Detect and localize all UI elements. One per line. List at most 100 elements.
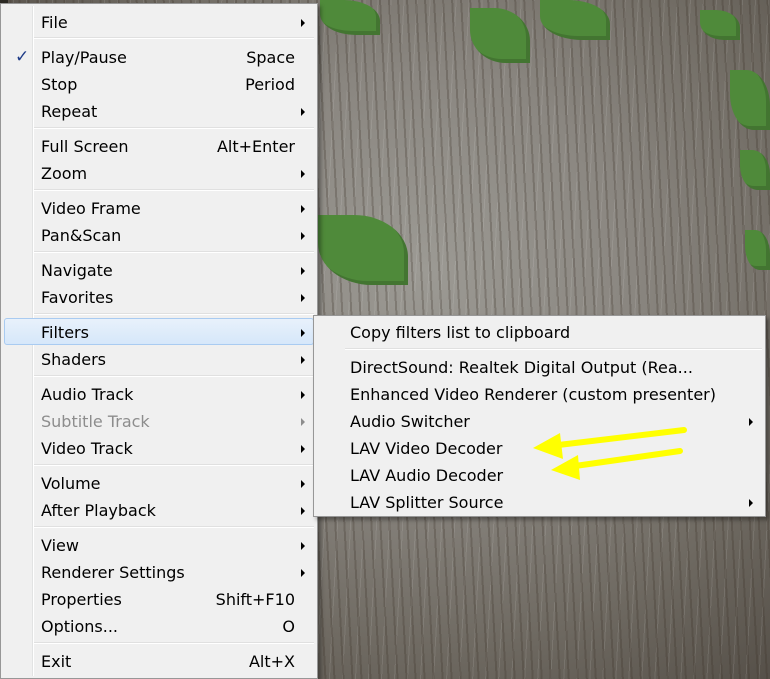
leaf-decoration	[730, 70, 770, 130]
submenu-item-lav-splitter-source[interactable]: LAV Splitter Source	[317, 488, 762, 515]
menu-item-label: Full Screen	[41, 137, 129, 156]
menu-item-stop[interactable]: Stop Period	[4, 70, 314, 97]
submenu-arrow-icon	[301, 294, 305, 302]
menu-item-label: Repeat	[41, 102, 98, 121]
menu-item-shortcut: Space	[246, 48, 295, 67]
submenu-arrow-icon	[301, 356, 305, 364]
menu-item-favorites[interactable]: Favorites	[4, 283, 314, 310]
menu-item-exit[interactable]: Exit Alt+X	[4, 647, 314, 674]
menu-item-filters[interactable]: Filters	[4, 318, 314, 345]
menu-separator	[34, 313, 314, 315]
menu-item-label: Exit	[41, 652, 72, 671]
menu-item-label: Stop	[41, 75, 78, 94]
menu-separator	[34, 526, 314, 528]
submenu-item-evr[interactable]: Enhanced Video Renderer (custom presente…	[317, 380, 762, 407]
menu-item-full-screen[interactable]: Full Screen Alt+Enter	[4, 132, 314, 159]
submenu-arrow-icon	[301, 445, 305, 453]
menu-item-label: Zoom	[41, 164, 88, 183]
menu-item-label: After Playback	[41, 501, 156, 520]
menu-item-label: Video Frame	[41, 199, 141, 218]
submenu-item-audio-switcher[interactable]: Audio Switcher	[317, 407, 762, 434]
menu-item-label: Subtitle Track	[41, 412, 150, 431]
menu-item-label: Video Track	[41, 439, 133, 458]
menu-item-label: Copy filters list to clipboard	[350, 323, 571, 342]
menu-item-zoom[interactable]: Zoom	[4, 159, 314, 186]
menu-item-label: Filters	[41, 323, 89, 342]
submenu-arrow-icon	[301, 19, 305, 27]
menu-item-label: View	[41, 536, 79, 555]
submenu-arrow-icon	[301, 391, 305, 399]
menu-item-navigate[interactable]: Navigate	[4, 256, 314, 283]
submenu-arrow-icon	[301, 542, 305, 550]
menu-item-after-playback[interactable]: After Playback	[4, 496, 314, 523]
menu-item-label: LAV Splitter Source	[350, 493, 504, 512]
menu-separator	[34, 37, 314, 39]
menu-item-file[interactable]: File	[4, 8, 314, 35]
menu-item-label: Audio Switcher	[350, 412, 470, 431]
checkmark-icon: ✓	[15, 47, 30, 67]
menu-separator	[34, 251, 314, 253]
menu-separator	[34, 642, 314, 644]
menu-item-label: LAV Audio Decoder	[350, 466, 504, 485]
menu-item-shortcut: Period	[245, 75, 295, 94]
context-menu: File ✓ Play/Pause Space Stop Period Repe…	[0, 3, 318, 679]
menu-item-label: Shaders	[41, 350, 107, 369]
submenu-item-lav-audio-decoder[interactable]: LAV Audio Decoder	[317, 461, 762, 488]
menu-item-label: LAV Video Decoder	[350, 439, 503, 458]
submenu-arrow-icon	[301, 108, 305, 116]
menu-item-label: Play/Pause	[41, 48, 127, 67]
filters-submenu: Copy filters list to clipboard DirectSou…	[313, 315, 766, 517]
menu-separator	[345, 348, 762, 350]
submenu-arrow-icon	[301, 569, 305, 577]
submenu-item-copy-filters[interactable]: Copy filters list to clipboard	[317, 318, 762, 345]
menu-item-view[interactable]: View	[4, 531, 314, 558]
menu-item-shortcut: Shift+F10	[215, 590, 295, 609]
submenu-arrow-icon	[301, 267, 305, 275]
leaf-decoration	[745, 230, 770, 270]
menu-item-label: Favorites	[41, 288, 114, 307]
submenu-arrow-icon	[301, 170, 305, 178]
menu-item-options[interactable]: Options... O	[4, 612, 314, 639]
menu-item-label: Navigate	[41, 261, 113, 280]
submenu-arrow-icon	[301, 418, 305, 426]
submenu-arrow-icon	[301, 329, 305, 337]
menu-item-label: File	[41, 13, 68, 32]
submenu-arrow-icon	[749, 418, 753, 426]
leaf-decoration	[740, 150, 770, 190]
menu-item-shortcut: Alt+Enter	[216, 137, 295, 156]
menu-item-label: Renderer Settings	[41, 563, 185, 582]
submenu-arrow-icon	[301, 480, 305, 488]
menu-item-label: Enhanced Video Renderer (custom presente…	[350, 385, 716, 404]
submenu-arrow-icon	[749, 499, 753, 507]
menu-separator	[34, 189, 314, 191]
menu-item-properties[interactable]: Properties Shift+F10	[4, 585, 314, 612]
menu-item-renderer-settings[interactable]: Renderer Settings	[4, 558, 314, 585]
menu-item-shortcut: Alt+X	[248, 652, 295, 671]
menu-item-shortcut: O	[282, 617, 295, 636]
submenu-arrow-icon	[301, 507, 305, 515]
menu-item-subtitle-track: Subtitle Track	[4, 407, 314, 434]
menu-item-label: Volume	[41, 474, 101, 493]
menu-item-audio-track[interactable]: Audio Track	[4, 380, 314, 407]
menu-item-video-track[interactable]: Video Track	[4, 434, 314, 461]
menu-item-label: Audio Track	[41, 385, 134, 404]
submenu-arrow-icon	[301, 205, 305, 213]
leaf-decoration	[700, 10, 740, 40]
menu-separator	[34, 375, 314, 377]
leaf-decoration	[318, 215, 408, 285]
menu-item-pan-scan[interactable]: Pan&Scan	[4, 221, 314, 248]
menu-item-repeat[interactable]: Repeat	[4, 97, 314, 124]
menu-item-play-pause[interactable]: ✓ Play/Pause Space	[4, 43, 314, 70]
leaf-decoration	[470, 8, 530, 63]
leaf-decoration	[320, 0, 380, 35]
menu-item-video-frame[interactable]: Video Frame	[4, 194, 314, 221]
menu-separator	[34, 127, 314, 129]
submenu-item-lav-video-decoder[interactable]: LAV Video Decoder	[317, 434, 762, 461]
leaf-decoration	[540, 0, 610, 40]
menu-item-label: Pan&Scan	[41, 226, 122, 245]
menu-item-volume[interactable]: Volume	[4, 469, 314, 496]
submenu-arrow-icon	[301, 232, 305, 240]
menu-item-label: Properties	[41, 590, 122, 609]
menu-item-shaders[interactable]: Shaders	[4, 345, 314, 372]
submenu-item-directsound[interactable]: DirectSound: Realtek Digital Output (Rea…	[317, 353, 762, 380]
